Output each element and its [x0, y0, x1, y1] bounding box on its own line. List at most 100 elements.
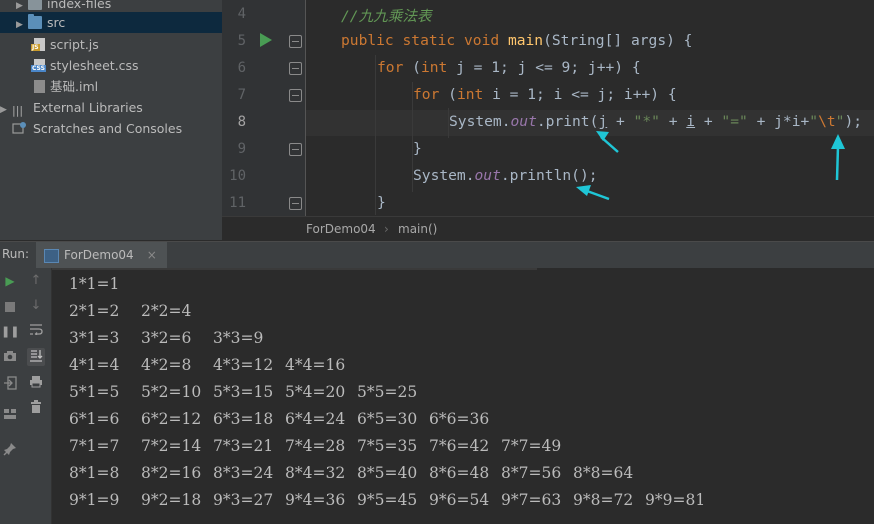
layout-icon[interactable] — [1, 408, 19, 426]
run-toolbar-secondary: ↑ ↓ — [22, 268, 52, 524]
tree-item-label: index-files — [47, 0, 112, 11]
tree-item-label: stylesheet.css — [50, 58, 139, 73]
console-cell: 6*5=30 — [357, 410, 418, 428]
code-line-11: } — [377, 194, 386, 211]
camera-icon[interactable] — [1, 350, 19, 368]
tree-item-src[interactable]: ▶ src — [0, 12, 222, 33]
iml-file-icon — [34, 80, 45, 93]
login-icon[interactable] — [1, 376, 19, 394]
console-cell: 3*1=3 — [69, 329, 120, 347]
console-cell: 1*1=1 — [69, 275, 120, 293]
console-cell: 4*2=8 — [141, 356, 192, 374]
scroll-to-end-icon[interactable] — [27, 348, 45, 366]
console-cell: 8*3=24 — [213, 464, 274, 482]
close-icon[interactable]: × — [147, 248, 157, 262]
console-cell: 9*9=81 — [645, 491, 706, 509]
line-number: 5 — [237, 33, 246, 49]
code-line-7: for (int i = 1; i <= j; i++) { — [413, 86, 677, 103]
run-tool-window-header: Run: ForDemo04 × — [0, 241, 874, 269]
code-line-10: System.out.println(); — [413, 167, 598, 184]
console-cell: 9*3=27 — [213, 491, 274, 509]
console-cell: 8*2=16 — [141, 464, 202, 482]
console-cell: 8*6=48 — [429, 464, 490, 482]
console-cell: 9*4=36 — [285, 491, 346, 509]
console-cell: 3*3=9 — [213, 329, 264, 347]
tree-item-external-libraries[interactable]: ▶ ||| External Libraries — [0, 97, 143, 118]
fold-icon[interactable] — [289, 197, 302, 210]
console-line: 6*1=6 6*2=12 6*3=18 6*4=24 6*5=30 6*6=36 — [69, 410, 501, 428]
console-cell: 9*2=18 — [141, 491, 202, 509]
print-icon[interactable] — [27, 375, 45, 393]
console-line: 7*1=7 7*2=14 7*3=21 7*4=28 7*5=35 7*6=42 7*7=4… — [69, 437, 573, 455]
arrow-up-icon[interactable]: ↑ — [27, 272, 45, 290]
expand-arrow-icon[interactable]: ▶ — [16, 15, 28, 36]
console-cell: 4*3=12 — [213, 356, 274, 374]
arrow-down-icon[interactable]: ↓ — [27, 297, 45, 315]
console-cell: 8*5=40 — [357, 464, 418, 482]
code-line-4: //九九乘法表 — [341, 8, 432, 25]
console-cell: 6*4=24 — [285, 410, 346, 428]
folder-icon — [28, 14, 42, 29]
console-cell: 8*1=8 — [69, 464, 120, 482]
tree-item-script-js[interactable]: JS script.js — [31, 34, 99, 55]
library-icon: ||| — [12, 104, 24, 117]
console-cell: 5*5=25 — [357, 383, 418, 401]
console-cell: 2*1=2 — [69, 302, 120, 320]
tree-item-label: script.js — [50, 37, 99, 52]
editor-gutter: 4 5 6 7 8 9 10 11 — [222, 0, 306, 216]
console-cell: 8*8=64 — [573, 464, 634, 482]
fold-icon[interactable] — [289, 62, 302, 75]
pin-icon[interactable] — [1, 442, 19, 460]
rerun-icon[interactable]: ▶ — [1, 272, 19, 290]
console-cell: 6*6=36 — [429, 410, 490, 428]
console-line: 8*1=8 8*2=16 8*3=24 8*4=32 8*5=40 8*6=48 8*7=5… — [69, 464, 645, 482]
tree-item-stylesheet-css[interactable]: CSS stylesheet.css — [31, 55, 139, 76]
line-number: 8 — [237, 114, 246, 130]
console-cell: 4*1=4 — [69, 356, 120, 374]
breadcrumb-class[interactable]: ForDemo04 — [306, 222, 376, 236]
code-line-5: public static void main(String[] args) { — [341, 32, 693, 49]
console-cell: 7*1=7 — [69, 437, 120, 455]
fold-icon[interactable] — [289, 35, 302, 48]
code-line-9: } — [413, 140, 422, 157]
indent-guide — [375, 55, 376, 215]
fold-icon[interactable] — [289, 143, 302, 156]
console-line: 1*1=1 — [69, 275, 141, 293]
soft-wrap-icon[interactable] — [27, 323, 45, 341]
console-line: 9*1=9 9*2=18 9*3=27 9*4=36 9*5=45 9*6=54 9*7=6… — [69, 491, 717, 509]
tree-item-label: 基础.iml — [50, 79, 99, 94]
run-tab[interactable]: ForDemo04 × — [36, 242, 167, 268]
trash-icon[interactable] — [27, 400, 45, 418]
code-editor[interactable]: 4 5 6 7 8 9 10 11 //九九乘法表 public static … — [222, 0, 874, 216]
code-line-6: for (int j = 1; j <= 9; j++) { — [377, 59, 641, 76]
tree-item-label: Scratches and Consoles — [33, 121, 183, 136]
breadcrumb: ForDemo04 › main() — [222, 216, 874, 241]
console-cell: 8*4=32 — [285, 464, 346, 482]
console-cell: 4*4=16 — [285, 356, 346, 374]
run-label: Run: — [2, 247, 30, 261]
console-cell: 9*7=63 — [501, 491, 562, 509]
console-cell: 7*3=21 — [213, 437, 274, 455]
pause-icon[interactable]: ❚❚ — [1, 323, 19, 341]
fold-icon[interactable] — [289, 89, 302, 102]
tree-item-iml[interactable]: 基础.iml — [32, 76, 98, 97]
console-line: 3*1=3 3*2=6 3*3=9 — [69, 329, 285, 347]
console-cell: 5*4=20 — [285, 383, 346, 401]
console-output[interactable]: 1*1=1 2*1=2 2*2=4 3*1=3 3*2=6 3*3=9 4*1=4 4*2=8… — [52, 268, 874, 524]
run-tab-label: ForDemo04 — [64, 248, 134, 262]
run-gutter-icon[interactable] — [260, 33, 272, 47]
console-cell: 6*3=18 — [213, 410, 274, 428]
console-cell: 9*5=45 — [357, 491, 418, 509]
console-cell: 7*5=35 — [357, 437, 418, 455]
console-cell: 7*7=49 — [501, 437, 562, 455]
css-file-icon: CSS — [31, 59, 46, 72]
expand-arrow-icon[interactable]: ▶ — [0, 100, 12, 121]
tree-item-label: src — [47, 15, 66, 30]
console-cell: 9*8=72 — [573, 491, 634, 509]
breadcrumb-method[interactable]: main() — [398, 222, 437, 236]
tree-item-scratches[interactable]: Scratches and Consoles — [12, 118, 182, 139]
stop-icon[interactable] — [1, 298, 19, 316]
run-config-icon — [44, 249, 59, 263]
console-cell: 7*2=14 — [141, 437, 202, 455]
console-line: 2*1=2 2*2=4 — [69, 302, 213, 320]
